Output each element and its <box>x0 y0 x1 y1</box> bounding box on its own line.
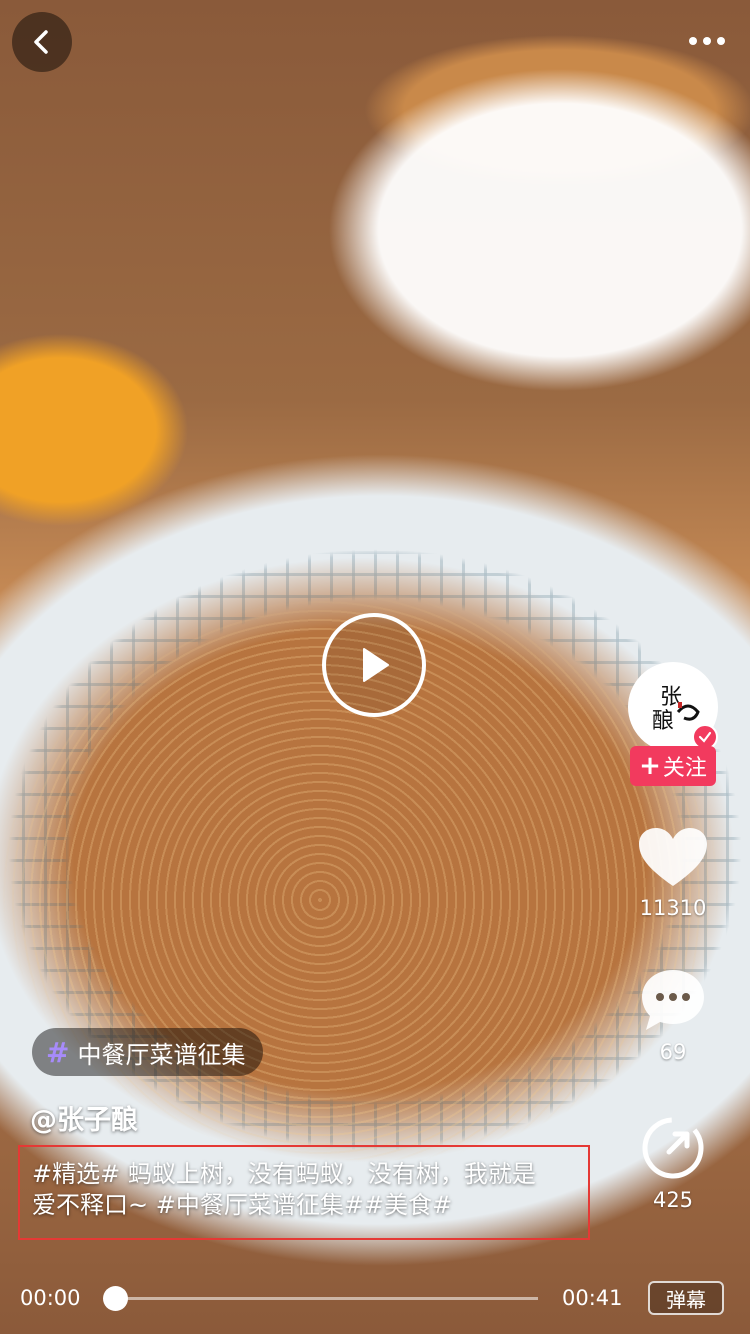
back-button[interactable] <box>12 12 72 72</box>
plus-icon: + <box>639 751 661 781</box>
progress-knob[interactable] <box>103 1286 128 1311</box>
heart-icon <box>639 828 707 886</box>
video-caption: #精选# 蚂蚁上树，没有蚂蚁，没有树，我就是 爱不释口~ #中餐厅菜谱征集##美… <box>18 1145 590 1240</box>
back-icon <box>34 30 48 54</box>
current-time: 00:00 <box>20 1286 81 1310</box>
verified-icon <box>698 731 712 743</box>
comment-button[interactable]: 69 <box>628 966 718 1064</box>
topic-label: 中餐厅菜谱征集 <box>77 1040 246 1069</box>
like-button[interactable]: 11310 <box>628 826 718 920</box>
svg-text:酿: 酿 <box>652 709 674 734</box>
total-time: 00:41 <box>562 1286 623 1310</box>
play-button[interactable] <box>322 613 426 717</box>
more-icon <box>689 37 697 45</box>
more-button[interactable] <box>684 26 730 56</box>
caption-line-1: #精选# 蚂蚁上树，没有蚂蚁，没有树，我就是 <box>32 1160 536 1188</box>
play-icon <box>363 648 389 682</box>
author-handle[interactable]: @张子酿 <box>30 1098 138 1137</box>
danmaku-button[interactable]: 弹幕 <box>648 1281 724 1315</box>
follow-button[interactable]: + 关注 <box>630 746 716 786</box>
share-icon <box>642 1117 704 1179</box>
progress-track[interactable] <box>108 1297 538 1300</box>
hashtag-icon: # <box>46 1035 70 1069</box>
share-count: 425 <box>652 1188 694 1212</box>
like-count: 11310 <box>639 896 707 920</box>
topic-tag[interactable]: # 中餐厅菜谱征集 <box>32 1028 264 1076</box>
comment-count: 69 <box>659 1040 687 1064</box>
caption-line-2: 爱不释口~ #中餐厅菜谱征集##美食# <box>32 1191 453 1219</box>
share-button[interactable]: 425 <box>628 1114 718 1212</box>
comment-icon <box>642 970 704 1030</box>
follow-label: 关注 <box>662 756 707 781</box>
